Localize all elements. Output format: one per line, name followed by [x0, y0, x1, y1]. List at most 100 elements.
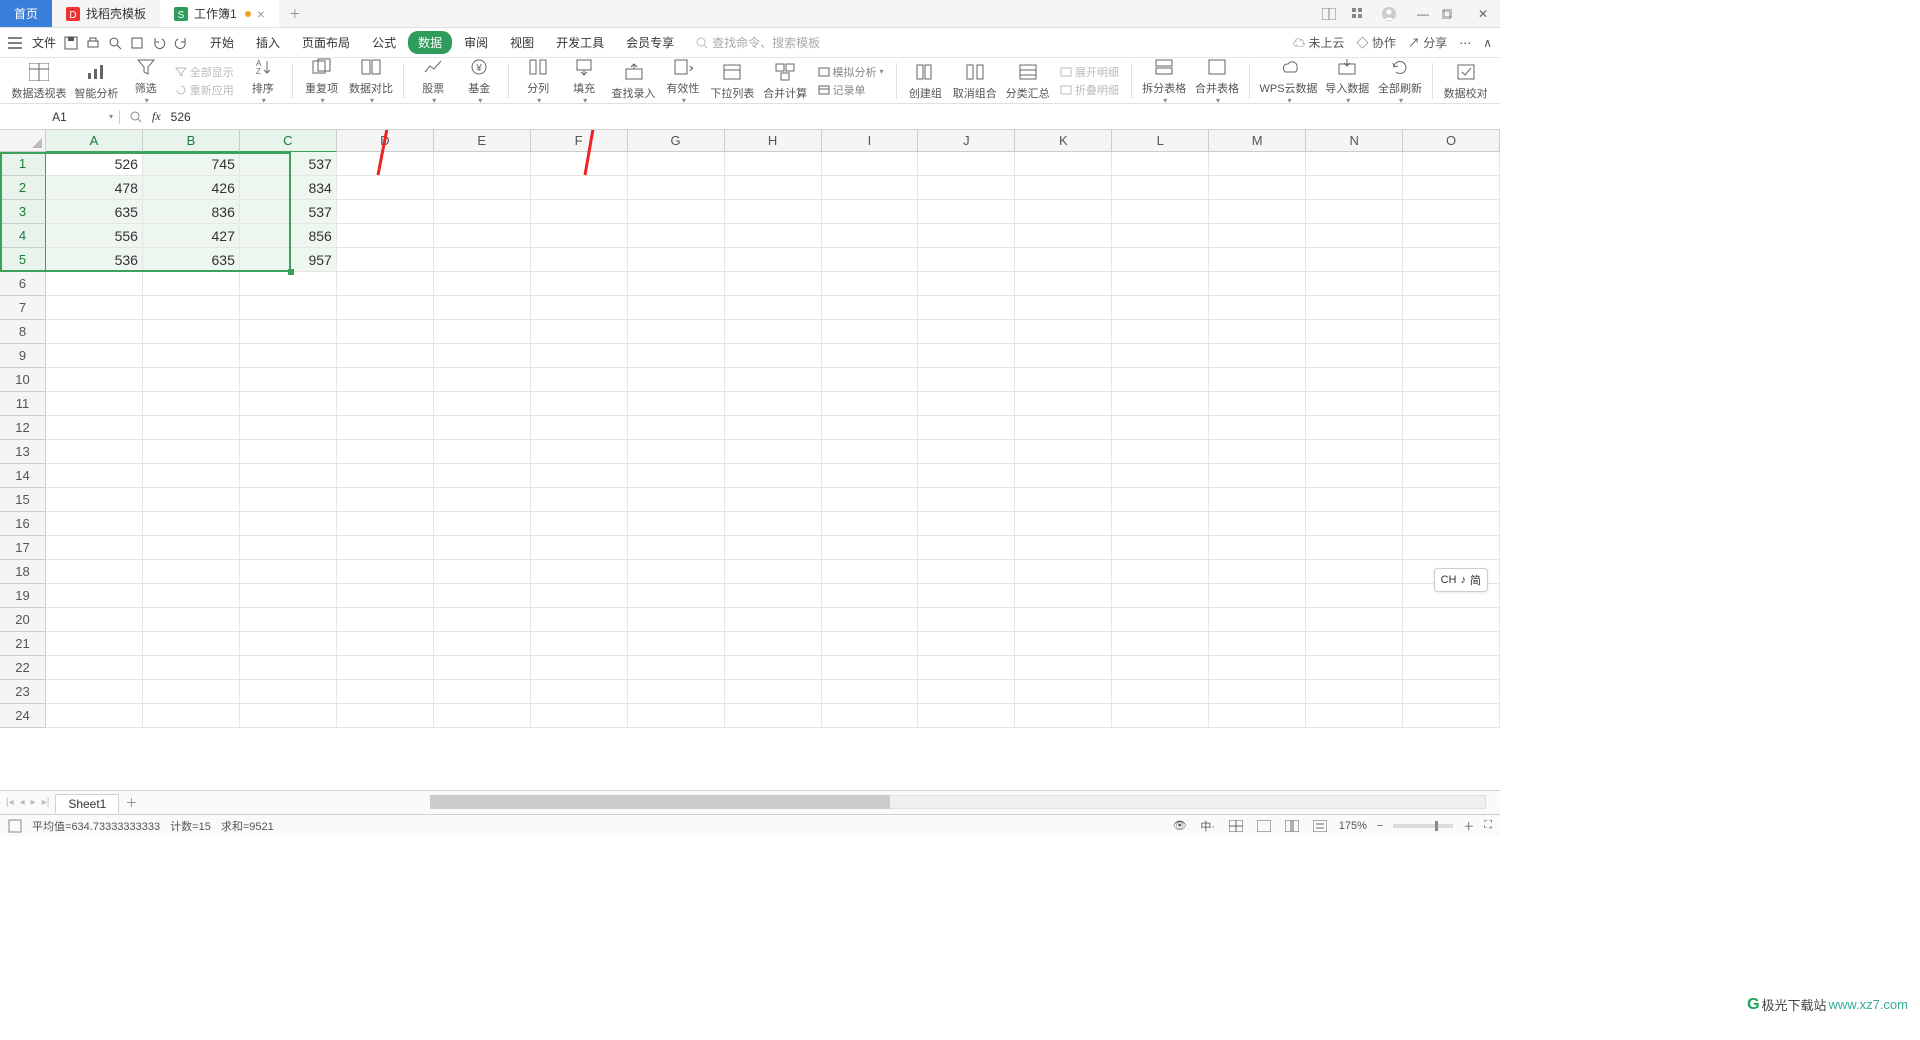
cell[interactable] — [434, 344, 531, 368]
cell[interactable] — [1209, 296, 1306, 320]
cell[interactable] — [143, 416, 240, 440]
grid-view-icon[interactable] — [1227, 820, 1245, 832]
cell[interactable] — [1112, 560, 1209, 584]
cell[interactable] — [1015, 608, 1112, 632]
cell[interactable] — [1306, 680, 1403, 704]
cell[interactable] — [1015, 488, 1112, 512]
apps-icon[interactable] — [1352, 8, 1374, 20]
sheet-tab[interactable]: Sheet1 — [55, 794, 119, 813]
column-header[interactable]: J — [918, 130, 1015, 152]
cell[interactable] — [240, 584, 337, 608]
cooperate-button[interactable]: ◇ 协作 — [1356, 34, 1395, 51]
sheet-nav-first[interactable]: |◂ — [6, 797, 14, 808]
more-menu-icon[interactable]: ⋯ — [1459, 36, 1471, 50]
cell[interactable] — [628, 296, 725, 320]
cell[interactable] — [1112, 416, 1209, 440]
cell[interactable] — [918, 608, 1015, 632]
cell[interactable] — [1112, 656, 1209, 680]
ribbon-wps-cloud-data[interactable]: WPS云数据 — [1258, 56, 1319, 105]
cell[interactable] — [143, 704, 240, 728]
cell[interactable] — [240, 344, 337, 368]
cell[interactable] — [725, 392, 822, 416]
column-header[interactable]: A — [46, 130, 143, 152]
cell[interactable] — [1209, 248, 1306, 272]
cell[interactable] — [1112, 368, 1209, 392]
cell[interactable] — [725, 512, 822, 536]
layout-icon[interactable] — [1322, 8, 1344, 20]
cell[interactable] — [240, 560, 337, 584]
cell[interactable] — [918, 536, 1015, 560]
cell[interactable] — [46, 512, 143, 536]
cell[interactable] — [725, 656, 822, 680]
cell[interactable] — [46, 704, 143, 728]
cell[interactable] — [143, 560, 240, 584]
sheet-nav-next[interactable]: ▸ — [31, 797, 36, 808]
cell[interactable] — [918, 368, 1015, 392]
cell[interactable] — [918, 656, 1015, 680]
cell[interactable] — [1015, 224, 1112, 248]
cell[interactable] — [822, 584, 919, 608]
cell[interactable] — [918, 632, 1015, 656]
cell[interactable] — [822, 680, 919, 704]
cell[interactable] — [918, 680, 1015, 704]
column-header[interactable]: H — [725, 130, 822, 152]
cell[interactable] — [628, 464, 725, 488]
cell[interactable] — [337, 296, 434, 320]
cell[interactable] — [531, 464, 628, 488]
ribbon-simulation[interactable]: 模拟分析▾ — [818, 64, 884, 80]
cell[interactable] — [337, 488, 434, 512]
column-header[interactable]: E — [434, 130, 531, 152]
cell[interactable] — [822, 320, 919, 344]
ribbon-consolidate[interactable]: 合并计算 — [761, 61, 810, 101]
cell[interactable] — [1306, 152, 1403, 176]
cell[interactable] — [337, 680, 434, 704]
cell[interactable] — [1306, 296, 1403, 320]
cell[interactable] — [628, 440, 725, 464]
row-header[interactable]: 4 — [0, 224, 46, 248]
cell[interactable] — [628, 488, 725, 512]
cell[interactable] — [725, 488, 822, 512]
cell[interactable] — [822, 704, 919, 728]
cell[interactable] — [46, 656, 143, 680]
cell[interactable] — [822, 440, 919, 464]
save-icon[interactable] — [64, 36, 78, 50]
cell[interactable] — [1015, 344, 1112, 368]
cell[interactable] — [337, 608, 434, 632]
row-header[interactable]: 20 — [0, 608, 46, 632]
cell[interactable] — [434, 680, 531, 704]
cell[interactable] — [1015, 632, 1112, 656]
cell[interactable] — [725, 632, 822, 656]
cell[interactable] — [1306, 704, 1403, 728]
cell[interactable] — [434, 392, 531, 416]
cell[interactable] — [1306, 368, 1403, 392]
cell[interactable] — [1403, 416, 1500, 440]
cell[interactable]: 635 — [143, 248, 240, 272]
cell[interactable] — [1209, 392, 1306, 416]
cell[interactable] — [725, 248, 822, 272]
cell[interactable] — [434, 296, 531, 320]
cell[interactable] — [1306, 632, 1403, 656]
cell[interactable] — [1112, 224, 1209, 248]
ribbon-sort[interactable]: AZ排序 — [242, 56, 284, 105]
cell[interactable] — [1015, 416, 1112, 440]
cell[interactable] — [1112, 248, 1209, 272]
sheet-nav-prev[interactable]: ◂ — [20, 797, 25, 808]
cell[interactable] — [240, 272, 337, 296]
cell[interactable] — [1112, 512, 1209, 536]
cell[interactable] — [240, 704, 337, 728]
cell[interactable] — [337, 392, 434, 416]
column-header[interactable]: M — [1209, 130, 1306, 152]
cell[interactable] — [143, 344, 240, 368]
cell[interactable] — [434, 512, 531, 536]
status-settings-icon[interactable] — [8, 819, 22, 833]
cell[interactable] — [1403, 320, 1500, 344]
cell[interactable] — [531, 584, 628, 608]
menu-member[interactable]: 会员专享 — [616, 31, 684, 54]
cell[interactable] — [434, 368, 531, 392]
cell[interactable] — [918, 584, 1015, 608]
column-header[interactable]: G — [628, 130, 725, 152]
cell[interactable] — [628, 368, 725, 392]
cell[interactable] — [1112, 440, 1209, 464]
cell[interactable] — [337, 248, 434, 272]
cell[interactable] — [143, 488, 240, 512]
